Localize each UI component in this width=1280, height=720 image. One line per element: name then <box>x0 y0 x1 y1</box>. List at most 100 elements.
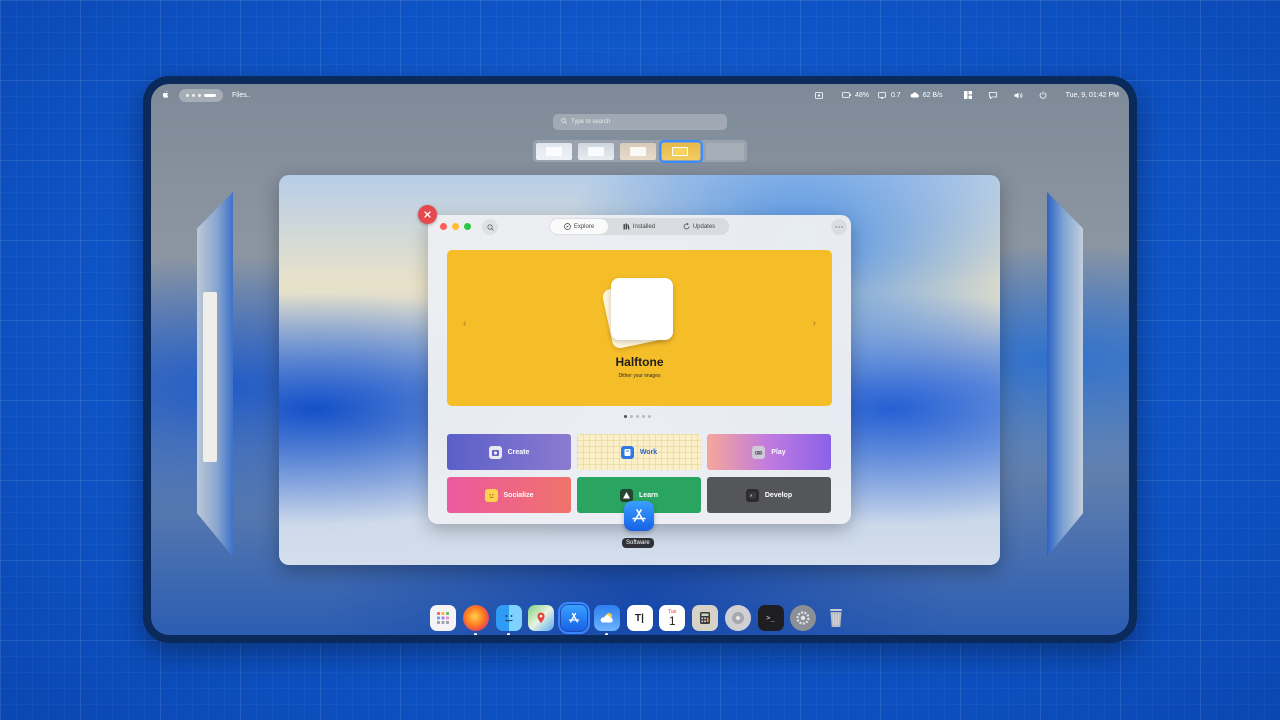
power-icon[interactable] <box>1039 91 1048 99</box>
calendar-icon[interactable]: Tue 1 <box>659 605 686 631</box>
more-icon <box>835 226 843 228</box>
active-app-label[interactable]: Files.. <box>232 92 251 99</box>
work-icon <box>620 445 634 459</box>
chevron-left-icon[interactable]: ‹ <box>463 318 466 329</box>
running-indicator <box>506 633 510 635</box>
app-tabs: Explore Installed Updates <box>549 218 729 235</box>
create-icon <box>488 445 502 459</box>
running-indicator <box>473 633 477 635</box>
app-store-icon[interactable] <box>624 501 654 531</box>
cpu-load: 0.7 <box>890 91 901 99</box>
firefox-icon[interactable] <box>462 605 489 635</box>
cpu-monitor-icon <box>878 91 887 99</box>
screen: Files.. 48% 0.7 62 B/s Tue, 9, 01:42 PM … <box>151 84 1129 635</box>
layout-icon[interactable] <box>964 91 973 99</box>
trash-icon[interactable] <box>823 605 849 631</box>
close-icon <box>424 211 431 218</box>
pager-dot-active[interactable] <box>624 415 627 418</box>
network-speed: 62 B/s <box>922 91 943 99</box>
tab-label: Installed <box>632 223 656 230</box>
thumbnail-window <box>546 146 562 156</box>
chevron-right-icon[interactable]: › <box>813 318 816 329</box>
category-label: Develop <box>764 491 793 499</box>
workspace-dot[interactable] <box>186 93 189 97</box>
thumbnail-window <box>672 146 688 156</box>
window-minimize-button[interactable] <box>452 223 459 230</box>
tab-updates[interactable]: Updates <box>670 219 728 234</box>
next-workspace-preview[interactable] <box>1047 192 1083 557</box>
preview-window <box>203 292 217 462</box>
workspace-dot[interactable] <box>198 93 201 97</box>
status-area: 48% 0.7 62 B/s Tue, 9, 01:42 PM <box>815 91 1119 99</box>
tab-explore[interactable]: Explore <box>550 219 608 234</box>
search-icon <box>486 223 494 231</box>
calculator-icon[interactable] <box>692 605 718 631</box>
window-close-button[interactable] <box>440 223 447 230</box>
notifications-icon[interactable] <box>989 91 998 99</box>
software-store-icon[interactable] <box>558 602 590 634</box>
workspace-thumbnail-empty[interactable] <box>706 142 744 160</box>
volume-icon[interactable] <box>1014 91 1023 99</box>
more-options-button[interactable] <box>831 219 847 235</box>
tab-label: Updates <box>692 223 716 230</box>
category-label: Play <box>771 448 786 456</box>
banner-subtitle: Dither your images <box>618 373 661 379</box>
banner-pager <box>624 415 651 418</box>
featured-banner[interactable]: ‹ › Halftone Dither your images <box>447 250 832 406</box>
finder-icon[interactable] <box>495 605 522 635</box>
window-zoom-button[interactable] <box>464 223 471 230</box>
category-label: Create <box>507 448 530 456</box>
category-create[interactable]: Create <box>447 434 571 470</box>
pager-dot[interactable] <box>642 415 645 418</box>
settings-gear-icon[interactable] <box>790 605 817 631</box>
text-editor-icon[interactable]: T| <box>626 605 653 631</box>
top-bar: Files.. 48% 0.7 62 B/s Tue, 9, 01:42 PM <box>151 84 1129 106</box>
workspace-thumbnails <box>533 139 747 163</box>
calendar-day: 1 <box>668 614 676 628</box>
workspace-thumbnail[interactable] <box>620 142 656 160</box>
category-socialize[interactable]: Socialize <box>447 477 571 513</box>
workspace-thumbnail[interactable] <box>578 142 614 160</box>
category-play[interactable]: Play <box>707 434 831 470</box>
category-develop[interactable]: Develop <box>707 477 831 513</box>
workspace-thumbnail[interactable] <box>536 142 572 160</box>
desktop-frame: Files.. 48% 0.7 62 B/s Tue, 9, 01:42 PM … <box>143 76 1137 643</box>
workspace-switcher[interactable] <box>179 88 223 102</box>
thumbnail-window <box>630 146 646 156</box>
previous-workspace-preview[interactable] <box>197 192 233 557</box>
halftone-app-icon <box>600 278 673 350</box>
workspace-active[interactable] <box>204 93 216 97</box>
launcher-icon[interactable] <box>430 605 456 631</box>
gamepad-icon <box>752 445 766 459</box>
search-placeholder: Type to search <box>571 119 611 125</box>
close-window-button[interactable] <box>418 205 437 224</box>
weather-icon[interactable] <box>593 605 620 635</box>
installed-icon <box>623 223 630 230</box>
terminal-icon[interactable]: >_ <box>757 605 784 631</box>
pager-dot[interactable] <box>636 415 639 418</box>
tab-installed[interactable]: Installed <box>610 219 668 234</box>
maps-icon[interactable] <box>528 605 555 631</box>
software-app-window[interactable]: Explore Installed Updates ‹ › Halftone D… <box>428 215 851 524</box>
pager-dot[interactable] <box>630 415 633 418</box>
category-label: Learn <box>638 491 659 499</box>
overview-search-input[interactable]: Type to search <box>553 114 727 130</box>
code-icon <box>745 488 759 502</box>
clock[interactable]: Tue, 9, 01:42 PM <box>1066 92 1119 99</box>
workspace-dot[interactable] <box>192 93 195 97</box>
battery-icon <box>842 91 851 99</box>
banner-title: Halftone <box>615 355 664 369</box>
workspace-thumbnail-active[interactable] <box>659 139 703 163</box>
refresh-icon <box>683 223 690 230</box>
running-indicator <box>604 633 608 635</box>
disk-utility-icon[interactable] <box>724 605 751 631</box>
apple-logo-icon[interactable] <box>161 90 171 100</box>
app-search-button[interactable] <box>482 219 498 235</box>
emoji-icon <box>484 488 498 502</box>
category-work[interactable]: Work <box>577 434 701 470</box>
tab-label: Explore <box>573 223 595 230</box>
tile-front <box>610 278 673 340</box>
pager-dot[interactable] <box>648 415 651 418</box>
dock: T| Tue 1 >_ <box>426 600 853 635</box>
screenshot-icon[interactable] <box>815 91 824 99</box>
